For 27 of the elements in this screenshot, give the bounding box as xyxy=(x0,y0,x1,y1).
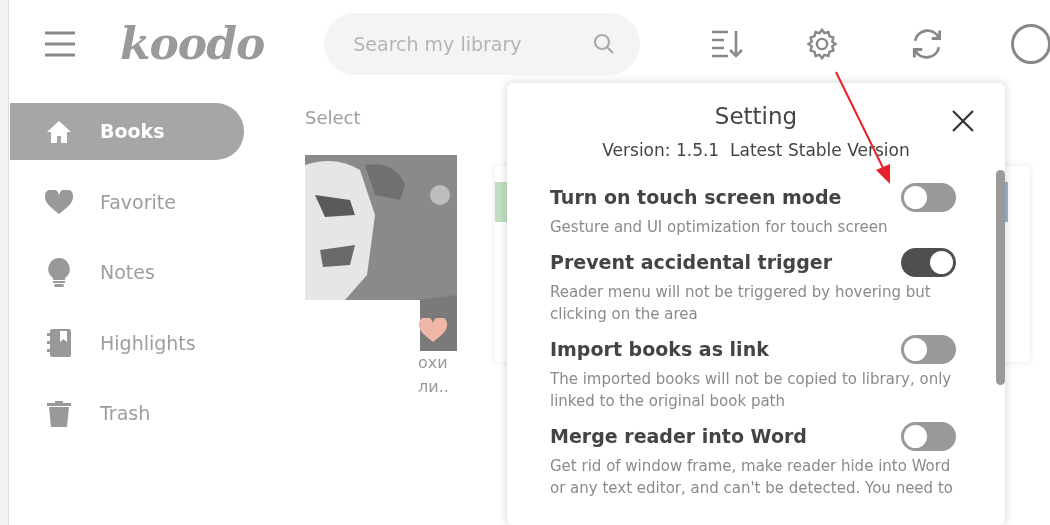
book-title: охи ли.. xyxy=(417,352,450,398)
option-description: Reader menu will not be triggered by hovering but clicking on the area xyxy=(550,282,932,325)
option-title: Prevent accidental trigger xyxy=(550,250,832,276)
heart-icon[interactable] xyxy=(419,318,447,343)
heart-icon xyxy=(44,189,74,215)
search-field[interactable]: Search my library xyxy=(324,13,641,75)
scrollbar-thumb[interactable] xyxy=(996,170,1005,385)
toggle-switch[interactable] xyxy=(901,248,956,277)
sidebar-item[interactable]: Books xyxy=(10,103,244,160)
toggle-switch[interactable] xyxy=(901,183,956,212)
notebook-icon xyxy=(44,329,74,357)
trash-icon xyxy=(44,400,74,427)
dialog-title: Setting xyxy=(713,102,799,131)
toggle-switch[interactable] xyxy=(901,422,956,451)
option-description: Gesture and UI optimization for touch screen xyxy=(550,217,889,238)
option-title: Merge reader into Word xyxy=(550,424,807,450)
sidebar-item[interactable]: Favorite xyxy=(10,173,244,231)
app-logo: koodo xyxy=(120,17,265,71)
option-title: Turn on touch screen mode xyxy=(550,185,842,211)
option-title: Import books as link xyxy=(550,337,769,363)
sidebar-item[interactable]: Trash xyxy=(10,385,244,442)
option-description: Get rid of window frame, make reader hide into Word or any text editor, and can't be detected. You need to xyxy=(550,456,954,499)
avatar[interactable] xyxy=(1011,24,1050,64)
option-description: The imported books will not be copied to library, only linked to the original book path xyxy=(550,369,953,412)
sidebar-item[interactable]: Highlights xyxy=(10,314,244,372)
toggle-switch[interactable] xyxy=(901,335,956,364)
sidebar-item[interactable]: Notes xyxy=(10,244,244,301)
